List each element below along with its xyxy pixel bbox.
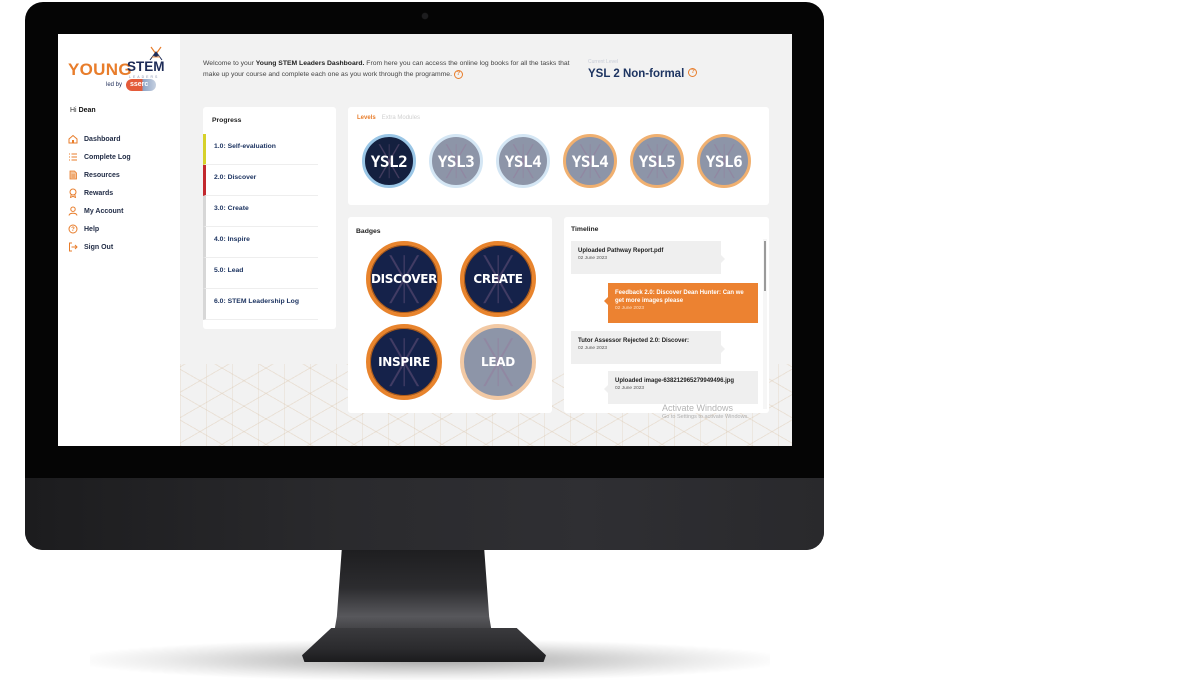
award-icon <box>68 188 78 198</box>
level-label: YSL2 <box>370 151 408 171</box>
monitor-stand-base <box>302 628 546 662</box>
progress-item-stem-leadership-log[interactable]: 6.0: STEM Leadership Log <box>203 289 318 320</box>
level-label: YSL3 <box>437 151 475 171</box>
sidebar-item-label: Resources <box>84 171 120 179</box>
sidebar-item-rewards[interactable]: Rewards <box>68 184 131 202</box>
timeline-item-text: Feedback 2.0: Discover Dean Hunter: Can … <box>615 290 744 304</box>
logo-led-by-text: led by <box>106 82 123 88</box>
timeline-item[interactable]: Uploaded Pathway Report.pdf 02 June 2023 <box>571 241 725 274</box>
level-label: YSL5 <box>638 151 676 171</box>
sidebar-item-label: Complete Log <box>84 153 131 161</box>
sserc-logo: sserc <box>126 79 156 91</box>
svg-text:?: ? <box>71 227 75 233</box>
badges-grid: DISCOVER CREATE INSPIRE LEAD <box>366 241 536 400</box>
badge-discover[interactable]: DISCOVER <box>366 241 442 317</box>
progress-item-discover[interactable]: 2.0: Discover <box>203 165 318 196</box>
sidebar-item-help[interactable]: ? Help <box>68 220 131 238</box>
sign-out-icon <box>68 242 78 252</box>
document-icon <box>68 170 78 180</box>
progress-item-self-evaluation[interactable]: 1.0: Self-evaluation <box>203 134 318 165</box>
sidebar: YOUNG STEM LEADERS led by sserc Hi Dean … <box>58 34 180 446</box>
badge-label: DISCOVER <box>370 272 438 286</box>
level-label: YSL4 <box>571 151 609 171</box>
tab-extra-modules[interactable]: Extra Modules <box>382 115 420 121</box>
level-badge-ysl2[interactable]: YSL2 <box>362 134 416 188</box>
level-badge-ysl4[interactable]: YSL4 <box>496 134 550 188</box>
sidebar-item-label: My Account <box>84 207 124 215</box>
badge-label: CREATE <box>473 272 523 286</box>
sidebar-item-complete-log[interactable]: Complete Log <box>68 148 131 166</box>
timeline-title: Timeline <box>571 226 599 233</box>
logo-young-text: YOUNG <box>68 60 132 79</box>
camera-icon <box>422 13 428 19</box>
welcome-message: Welcome to your Young STEM Leaders Dashb… <box>203 58 583 80</box>
help-icon: ? <box>68 224 78 234</box>
list-icon <box>68 152 78 162</box>
timeline-item[interactable]: Uploaded image-638212965279949496.jpg 02… <box>604 371 758 404</box>
user-greeting: Hi Dean <box>70 107 96 114</box>
timeline-item-feedback[interactable]: Feedback 2.0: Discover Dean Hunter: Can … <box>604 283 758 323</box>
watermark-title: Activate Windows <box>662 403 734 413</box>
welcome-prefix: Welcome to your <box>203 60 256 67</box>
user-name: Dean <box>78 107 96 114</box>
home-icon <box>68 134 78 144</box>
levels-card: Levels Extra Modules YSL2 YSL3 YSL4 YSL4… <box>348 107 769 205</box>
user-icon <box>68 206 78 216</box>
young-stem-leaders-logo[interactable]: YOUNG STEM LEADERS led by sserc <box>68 46 168 96</box>
badge-label: LEAD <box>481 355 515 369</box>
timeline-scrollbar-thumb[interactable] <box>764 241 766 291</box>
progress-item-inspire[interactable]: 4.0: Inspire <box>203 227 318 258</box>
monitor-chin <box>25 478 824 550</box>
timeline-card: Timeline Uploaded Pathway Report.pdf 02 … <box>564 217 769 413</box>
timeline-item-date: 02 June 2023 <box>615 386 645 391</box>
greeting-label: Hi <box>70 107 77 114</box>
badge-label: INSPIRE <box>378 355 430 369</box>
badges-title: Badges <box>356 228 381 235</box>
welcome-dashboard-name: Young STEM Leaders Dashboard. <box>255 60 365 67</box>
level-badge-ysl4-alt[interactable]: YSL4 <box>563 134 617 188</box>
level-badges-row: YSL2 YSL3 YSL4 YSL4 YSL5 YSL6 <box>362 134 751 188</box>
timeline-item-date: 02 June 2023 <box>578 256 608 261</box>
current-level-label: Current Level <box>588 59 619 65</box>
sidebar-item-label: Rewards <box>84 189 114 197</box>
progress-card: Progress 1.0: Self-evaluation 2.0: Disco… <box>203 107 336 329</box>
current-level-help-icon[interactable]: ? <box>688 68 698 77</box>
timeline-item-text: Uploaded Pathway Report.pdf <box>578 248 664 254</box>
badges-card: Badges DISCOVER CREATE INSPIRE LEAD <box>348 217 552 413</box>
level-badge-ysl5[interactable]: YSL5 <box>630 134 684 188</box>
current-level: YSL 2 Non-formal ? <box>588 68 698 80</box>
timeline-item-date: 02 June 2023 <box>615 306 645 311</box>
sidebar-item-dashboard[interactable]: Dashboard <box>68 130 131 148</box>
badge-inspire[interactable]: INSPIRE <box>366 324 442 400</box>
level-label: YSL4 <box>504 151 542 171</box>
badge-create[interactable]: CREATE <box>460 241 536 317</box>
sidebar-item-my-account[interactable]: My Account <box>68 202 131 220</box>
logo-stem-text: STEM <box>127 59 165 74</box>
levels-tabs: Levels Extra Modules <box>357 115 420 121</box>
progress-list: 1.0: Self-evaluation 2.0: Discover 3.0: … <box>203 134 318 320</box>
timeline-item-text: Uploaded image-638212965279949496.jpg <box>615 378 735 384</box>
timeline-item-text: Tutor Assessor Rejected 2.0: Discover: <box>578 338 690 344</box>
welcome-help-icon[interactable]: ? <box>453 69 463 79</box>
sidebar-item-label: Help <box>84 225 100 233</box>
dashboard-screen: YOUNG STEM LEADERS led by sserc Hi Dean … <box>58 34 792 446</box>
level-badge-ysl6[interactable]: YSL6 <box>697 134 751 188</box>
tab-levels[interactable]: Levels <box>357 115 376 121</box>
progress-item-lead[interactable]: 5.0: Lead <box>203 258 318 289</box>
sidebar-nav: Dashboard Complete Log Resources Rewards <box>68 130 131 256</box>
level-label: YSL6 <box>705 151 743 171</box>
progress-item-create[interactable]: 3.0: Create <box>203 196 318 227</box>
activate-windows-watermark: Activate Windows Go to Settings to activ… <box>662 403 749 420</box>
timeline-item-date: 02 June 2023 <box>578 346 608 351</box>
sidebar-item-label: Sign Out <box>84 243 114 251</box>
badge-lead[interactable]: LEAD <box>460 324 536 400</box>
watermark-subtitle: Go to Settings to activate Windows. <box>662 414 749 420</box>
sidebar-item-sign-out[interactable]: Sign Out <box>68 238 131 256</box>
timeline-item[interactable]: Tutor Assessor Rejected 2.0: Discover: 0… <box>571 331 725 364</box>
progress-title: Progress <box>212 117 242 124</box>
sidebar-item-label: Dashboard <box>84 135 121 143</box>
level-badge-ysl3[interactable]: YSL3 <box>429 134 483 188</box>
current-level-value: YSL 2 Non-formal <box>588 68 685 80</box>
sidebar-item-resources[interactable]: Resources <box>68 166 131 184</box>
